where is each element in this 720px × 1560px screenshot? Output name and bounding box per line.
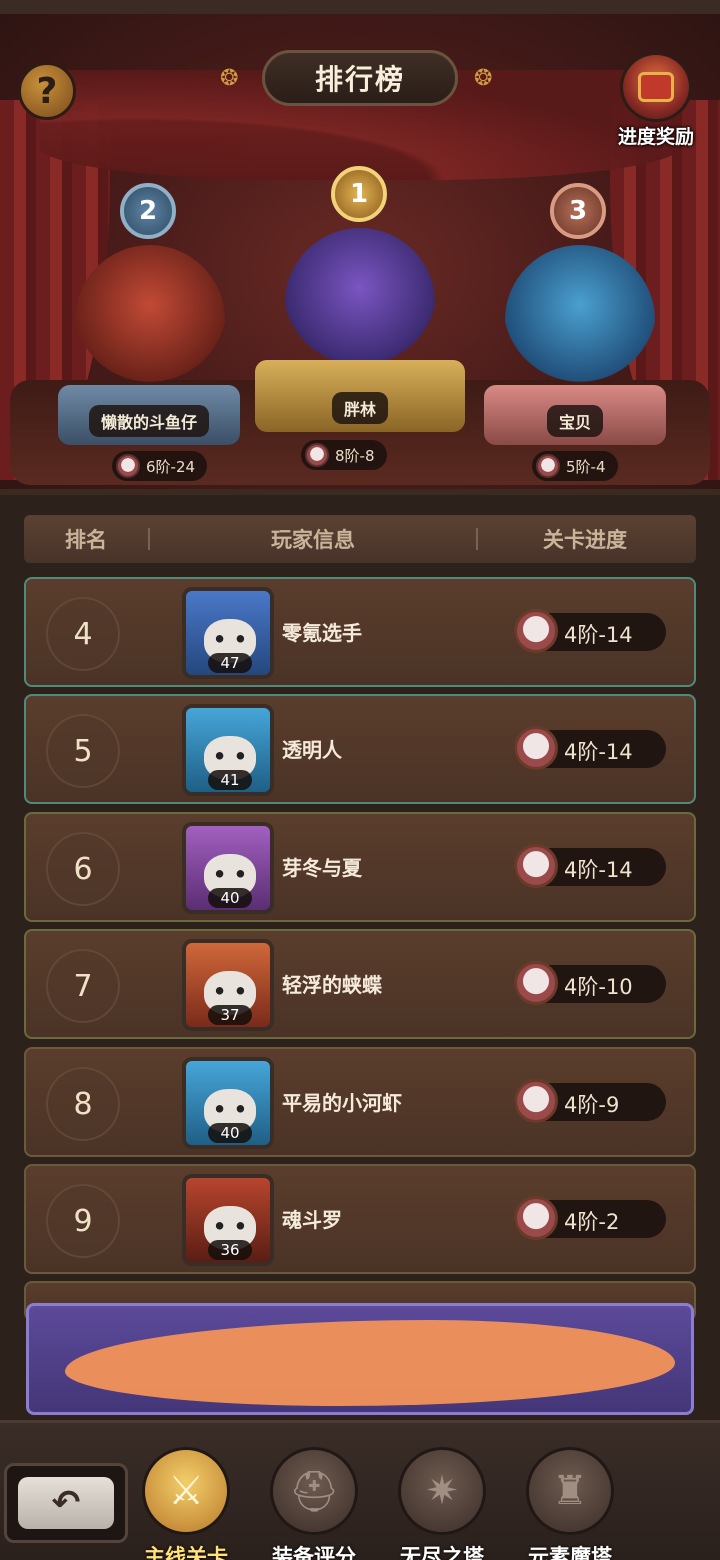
avatar[interactable]: 37 [182,939,274,1031]
row-rank: 8 [46,1067,120,1141]
bottom-nav: ↶ ⚔ 主线关卡 ⛑ 装备评分 ✷ 无尽之塔 ♜ 元素魔塔 [0,1420,720,1560]
stage-progress: 4阶-14 [514,726,666,770]
column-header-player: 玩家信息 [271,528,355,552]
avatar[interactable]: 47 [182,587,274,679]
treasure-chest-icon [620,52,692,122]
ornament-right-icon: ❂ [474,66,493,91]
progress-reward-button[interactable]: 进度奖励 [604,52,708,152]
rank-medal-2: 2 [120,183,176,239]
avatar[interactable]: 40 [182,1057,274,1149]
row-rank: 5 [46,714,120,788]
star-badge-icon: ✷ [398,1447,486,1535]
page-title: 排行榜 [262,50,458,106]
table-row[interactable]: 4 47 零氪选手 4阶-14 [24,577,696,687]
table-row[interactable]: 7 37 轻浮的蛱蝶 4阶-10 [24,929,696,1039]
tab-equipment-score[interactable]: ⛑ 装备评分 [254,1447,374,1560]
cat-icon [116,454,140,478]
avatar[interactable]: 41 [182,704,274,796]
row-rank: 4 [46,597,120,671]
hero-figure-purple-wizard [285,228,435,378]
stage-progress: 4阶-14 [514,609,666,653]
player-name: 芽冬与夏 [282,856,362,880]
player-name: 透明人 [282,738,342,762]
cat-icon [305,443,329,467]
castle-icon: ♜ [526,1447,614,1535]
column-header-progress: 关卡进度 [543,528,627,552]
rank-medal-3: 3 [550,183,606,239]
cat-icon [536,454,560,478]
avatar-level: 37 [208,1005,252,1025]
player-name: 平易的小河虾 [282,1091,402,1115]
podium-progress: 6阶-24 [112,451,208,481]
podium-third[interactable]: 3 宝贝 5阶-4 [480,175,670,485]
podium-base-third: 宝贝 [484,385,666,445]
cat-icon [514,961,558,1005]
hero-figure-red-wizard [75,245,225,395]
ranking-list[interactable]: 排名 玩家信息 关卡进度 4 47 零氪选手 4阶-14 5 41 透明人 4阶… [0,495,720,1420]
progress-reward-label: 进度奖励 [617,126,694,148]
podium-name: 胖林 [331,392,388,424]
podium-base-second: 懒散的斗鱼仔 [58,385,240,445]
table-row[interactable]: 6 40 芽冬与夏 4阶-14 [24,812,696,922]
podium-first[interactable]: 1 胖林 8阶-8 [255,160,465,475]
avatar-level: 41 [208,770,252,790]
tab-label: 主线关卡 [144,1545,228,1560]
crossed-swords-icon: ⚔ [142,1447,230,1535]
podium-base-first: 胖林 [255,360,465,432]
cat-icon [514,1079,558,1123]
back-button[interactable]: ↶ [4,1463,128,1543]
avatar-level: 40 [208,888,252,908]
podium-second[interactable]: 2 懒散的斗鱼仔 6阶-24 [50,175,245,485]
column-header-rank: 排名 [65,528,107,552]
tab-label: 装备评分 [272,1545,356,1560]
avatar[interactable]: 36 [182,1174,274,1266]
row-rank: 7 [46,949,120,1023]
tab-label: 无尽之塔 [400,1545,484,1560]
player-name: 零氪选手 [282,621,362,645]
cat-icon [514,609,558,653]
table-row[interactable]: 9 36 魂斗罗 4阶-2 [24,1164,696,1274]
helmet-icon: ⛑ [270,1447,358,1535]
table-row[interactable]: 5 41 透明人 4阶-14 [24,694,696,804]
cat-icon [514,726,558,770]
podium-progress: 5阶-4 [532,451,618,481]
rank-medal-1: 1 [331,166,387,222]
my-rank-row[interactable] [26,1303,694,1415]
avatar[interactable]: 40 [182,822,274,914]
ornament-left-icon: ❂ [220,66,239,91]
hero-figure-blue-wizard [505,245,655,395]
row-rank: 9 [46,1184,120,1258]
podium-stage: ? ❂ 排行榜 ❂ 进度奖励 2 懒散的斗鱼仔 6阶-24 1 胖林 8阶-8 … [0,0,720,495]
stage-progress: 4阶-14 [514,844,666,888]
avatar-level: 40 [208,1123,252,1143]
help-button[interactable]: ? [18,62,76,120]
stage-progress: 4阶-9 [514,1079,666,1123]
player-name: 轻浮的蛱蝶 [282,973,382,997]
player-name: 魂斗罗 [282,1208,342,1232]
avatar-level: 36 [208,1240,252,1260]
back-arrow-icon: ↶ [51,1483,81,1523]
cat-icon [514,844,558,888]
stage-progress: 4阶-2 [514,1196,666,1240]
redaction-scribble [65,1320,675,1406]
question-icon: ? [36,70,58,112]
stage-progress: 4阶-10 [514,961,666,1005]
avatar-level: 47 [208,653,252,673]
tab-label: 元素魔塔 [528,1545,612,1560]
tab-endless-tower[interactable]: ✷ 无尽之塔 [382,1447,502,1560]
podium-name: 宝贝 [546,405,603,437]
table-header: 排名 玩家信息 关卡进度 [24,515,696,563]
podium-name: 懒散的斗鱼仔 [88,405,209,437]
tab-element-tower[interactable]: ♜ 元素魔塔 [510,1447,630,1560]
podium-progress: 8阶-8 [301,440,387,470]
tab-main-stage[interactable]: ⚔ 主线关卡 [126,1447,246,1560]
table-row[interactable]: 8 40 平易的小河虾 4阶-9 [24,1047,696,1157]
cat-icon [514,1196,558,1240]
row-rank: 6 [46,832,120,906]
